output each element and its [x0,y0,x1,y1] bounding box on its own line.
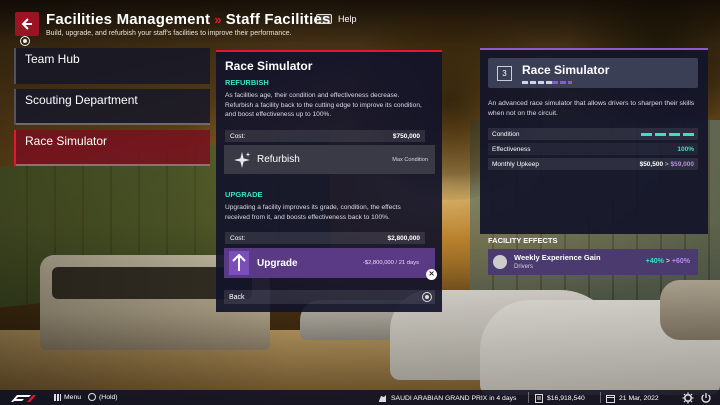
gear-icon[interactable] [682,392,694,404]
power-icon[interactable] [700,392,712,404]
sidebar-item-label: Team Hub [25,52,80,66]
wallet-icon [535,393,543,403]
upgrade-button[interactable]: Upgrade -$2,800,000 / 21 days ✕ [224,248,437,280]
keyboard-key-icon [316,14,332,24]
f1-logo-icon [5,393,39,403]
hold-label: (Hold) [99,393,118,401]
helmet-icon [493,255,507,269]
cost-label: Cost: [230,132,246,140]
upkeep-row: Monthly Upkeep $50,500 > $59,000 [488,158,698,170]
condition-row: Condition [488,128,698,140]
cost-value: $2,800,000 [387,234,420,242]
title-label: Facilities Management [46,11,211,28]
upgrade-heading: UPGRADE [225,190,263,199]
menu-button[interactable]: Menu (Hold) [54,393,118,401]
condition-label: Condition [492,130,520,138]
sidebar-item-scouting-department[interactable]: Scouting Department [14,89,210,125]
upgrade-cost-row: Cost: $2,800,000 [225,232,425,244]
cost-value: $750,000 [392,132,420,140]
back-row-button[interactable]: Back [224,290,435,304]
upkeep-label: Monthly Upkeep [492,160,539,168]
condition-bar [641,132,694,136]
effect-current: +40% [645,258,664,265]
upgrade-button-label: Upgrade [257,257,298,269]
effect-subtitle: Drivers [514,264,533,270]
circle-button-icon [422,292,432,302]
upkeep-arrow: > [664,160,669,168]
refurbish-heading: REFURBISH [225,78,269,87]
grade-progress-bar [522,81,552,84]
effect-title: Weekly Experience Gain [514,253,601,262]
team-balance: $16,918,540 [535,392,585,404]
upgrade-note: -$2,800,000 / 21 days [362,260,419,266]
divider [528,392,529,403]
help-button[interactable]: Help [316,14,357,24]
breadcrumb-current: Staff Facilities [225,11,331,28]
page-title: Facilities Management» Staff Facilities [46,11,331,28]
grid-icon [54,393,61,401]
facility-info-panel: 3 Race Simulator An advanced race simula… [480,48,708,275]
sidebar-item-team-hub[interactable]: Team Hub [14,48,210,84]
sidebar-item-label: Race Simulator [25,134,108,148]
effects-heading: FACILITY EFFECTS [488,236,558,245]
upgrade-description: Upgrading a facility improves its grade,… [225,204,401,221]
effect-arrow: > [665,258,670,265]
effect-row: Weekly Experience Gain Drivers +40% > +6… [488,249,698,275]
footer-bar: Menu (Hold) SAUDI ARABIAN GRAND PRIX in … [0,390,720,405]
header: Facilities Management» Staff Facilities H… [0,0,720,46]
help-label: Help [338,14,357,24]
current-date: 21 Mar, 2022 [606,392,659,404]
effect-new: +60% [671,258,690,265]
balance-value: $16,918,540 [547,394,585,402]
sparkle-icon [231,151,253,169]
effect-values: +40% > +60% [646,258,690,265]
cost-label: Cost: [230,234,246,242]
calendar-icon [606,394,615,403]
facility-description: An advanced race simulator that allows d… [488,100,695,117]
race-info-label: SAUDI ARABIAN GRAND PRIX in 4 days [391,394,517,402]
back-button[interactable] [15,12,39,36]
upkeep-current: $50,500 [639,160,664,168]
next-race-info[interactable]: SAUDI ARABIAN GRAND PRIX in 4 days [378,392,516,404]
grade-badge: 3 [497,66,512,81]
date-value: 21 Mar, 2022 [619,394,659,402]
panel-title: Race Simulator [225,59,313,73]
refurbish-cost-row: Cost: $750,000 [225,130,425,142]
circle-button-icon[interactable] [20,36,30,46]
upkeep-value-group: $50,500 > $59,000 [640,161,694,168]
refurbish-description: As facilities age, their condition and e… [225,92,422,118]
refurbish-button-label: Refurbish [257,154,300,165]
upkeep-new: $59,000 [670,160,695,168]
facility-name: Race Simulator [522,63,610,77]
double-up-arrow-icon [229,251,249,275]
refurbish-button[interactable]: Refurbish Max Condition [224,145,435,174]
close-icon[interactable]: ✕ [426,269,437,280]
grade-upgrade-bar [552,81,572,84]
menu-label: Menu [64,393,82,401]
track-icon [379,394,386,402]
facility-header: 3 Race Simulator [488,58,698,88]
sidebar-item-bar [16,164,210,166]
sidebar-item-race-simulator[interactable]: Race Simulator [14,130,210,166]
divider [600,392,601,403]
sidebar-item-label: Scouting Department [25,93,138,107]
refurbish-note: Max Condition [392,156,428,163]
page-subtitle: Build, upgrade, and refurbish your staff… [46,30,292,37]
effectiveness-value: 100% [677,145,694,153]
back-label: Back [229,293,245,301]
circle-button-icon [88,393,97,401]
sidebar-item-bar [16,123,210,125]
effectiveness-row: Effectiveness 100% [488,143,698,155]
effectiveness-label: Effectiveness [492,145,531,153]
breadcrumb-separator-icon: » [214,12,222,27]
arrow-left-icon [21,18,32,30]
